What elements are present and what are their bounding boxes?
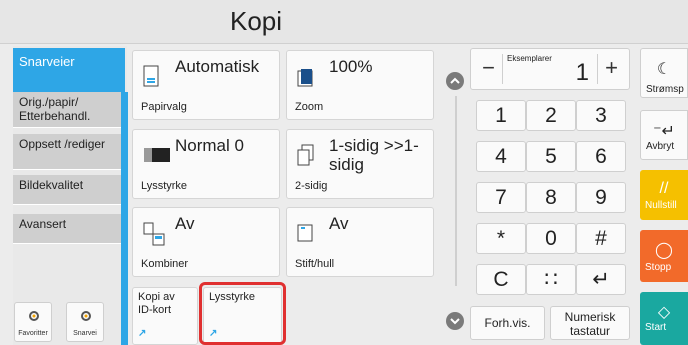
card-value: Normal 0 bbox=[175, 136, 244, 155]
key-1[interactable]: 1 bbox=[476, 100, 526, 131]
favoritter-label: Favoritter bbox=[18, 330, 48, 337]
reset-icon: // bbox=[659, 180, 669, 197]
density-icon bbox=[144, 148, 170, 162]
copies-value[interactable]: 1 bbox=[576, 59, 589, 87]
arrow-icon: ↗ bbox=[138, 328, 147, 339]
shortcut-label: Kopi av ID-kort bbox=[138, 291, 175, 316]
card-label: 2-sidig bbox=[295, 180, 328, 192]
key-2[interactable]: 2 bbox=[526, 100, 576, 131]
stopp-button[interactable]: ◯ Stopp bbox=[640, 230, 688, 282]
scroll-up-button[interactable] bbox=[446, 72, 464, 90]
interrupt-icon: ⁻↵ bbox=[653, 123, 675, 140]
card-value: 100% bbox=[329, 57, 373, 76]
card-stift-hull[interactable]: Av Stift/hull bbox=[286, 207, 434, 277]
paper-icon bbox=[143, 65, 159, 87]
nullstill-label: Nullstill bbox=[645, 200, 677, 211]
tab-bildekvalitet[interactable]: Bildekvalitet bbox=[13, 175, 121, 205]
key-9[interactable]: 9 bbox=[576, 182, 626, 213]
key-3[interactable]: 3 bbox=[576, 100, 626, 131]
key-6[interactable]: 6 bbox=[576, 141, 626, 172]
start-button[interactable]: ◇ Start bbox=[640, 292, 688, 345]
stromsparing-button[interactable]: ☾ Strømsp bbox=[640, 48, 688, 98]
key-0[interactable]: 0 bbox=[526, 223, 576, 254]
copies-control: − Eksemplarer 1 + bbox=[470, 48, 630, 90]
copies-label: Eksemplarer bbox=[507, 54, 552, 63]
moon-icon: ☾ bbox=[656, 61, 672, 78]
copies-plus-button[interactable]: + bbox=[597, 54, 625, 84]
tab-snarveier[interactable]: Snarveier bbox=[13, 48, 125, 92]
card-label: Papirvalg bbox=[141, 101, 187, 113]
card-label: Stift/hull bbox=[295, 258, 335, 270]
chevron-up-icon bbox=[450, 77, 460, 84]
key-7[interactable]: 7 bbox=[476, 182, 526, 213]
card-value: Av bbox=[329, 214, 349, 233]
title-bar: Kopi bbox=[0, 0, 688, 44]
card-value: Av bbox=[175, 214, 195, 233]
key-8[interactable]: 8 bbox=[526, 182, 576, 213]
stopp-label: Stopp bbox=[645, 262, 672, 273]
scroll-track bbox=[455, 96, 457, 286]
gear-icon bbox=[29, 311, 39, 321]
numeric-keypad: 1 2 3 4 5 6 7 8 9 * 0 # C ∷ ↵ bbox=[470, 92, 630, 305]
copies-minus-button[interactable]: − bbox=[475, 54, 503, 84]
avbryt-label: Avbryt bbox=[646, 141, 675, 152]
chevron-down-icon bbox=[450, 318, 460, 325]
card-papirvalg[interactable]: Automatisk Papirvalg bbox=[132, 50, 280, 120]
stromsparing-label: Strømsp bbox=[646, 84, 684, 95]
key-enter[interactable]: ↵ bbox=[576, 264, 626, 295]
card-zoom[interactable]: 100% Zoom bbox=[286, 50, 434, 120]
nullstill-button[interactable]: // Nullstill bbox=[640, 170, 688, 220]
stop-icon: ◯ bbox=[655, 242, 673, 259]
combine-icon bbox=[143, 222, 165, 246]
gear-icon bbox=[81, 311, 91, 321]
favoritter-button[interactable]: Favoritter bbox=[14, 302, 52, 342]
active-tab-indicator bbox=[121, 92, 128, 345]
card-label: Kombiner bbox=[141, 258, 189, 270]
key-grid[interactable]: ∷ bbox=[526, 264, 576, 295]
staple-icon bbox=[297, 224, 313, 242]
key-star[interactable]: * bbox=[476, 223, 526, 254]
numerisk-tastatur-button[interactable]: Numerisk tastatur bbox=[550, 306, 630, 340]
forhvis-button[interactable]: Forh.vis. bbox=[470, 306, 545, 340]
start-label: Start bbox=[645, 322, 667, 333]
card-lysstyrke[interactable]: Normal 0 Lysstyrke bbox=[132, 129, 280, 199]
card-2-sidig[interactable]: 1-sidig >>1-sidig 2-sidig bbox=[286, 129, 434, 199]
snarvei-label: Snarvei bbox=[73, 330, 97, 337]
key-hash[interactable]: # bbox=[576, 223, 626, 254]
tab-avansert[interactable]: Avansert bbox=[13, 214, 121, 244]
key-clear[interactable]: C bbox=[476, 264, 526, 295]
key-4[interactable]: 4 bbox=[476, 141, 526, 172]
tab-oppsett[interactable]: Oppsett /rediger bbox=[13, 134, 121, 170]
card-value: Automatisk bbox=[175, 57, 260, 76]
start-icon: ◇ bbox=[657, 304, 671, 321]
tab-orig-papir[interactable]: Orig./papir/ Etterbehandl. bbox=[13, 92, 121, 128]
card-kombiner[interactable]: Av Kombiner bbox=[132, 207, 280, 277]
snarvei-button[interactable]: Snarvei bbox=[66, 302, 104, 342]
card-label: Lysstyrke bbox=[141, 180, 188, 192]
key-5[interactable]: 5 bbox=[526, 141, 576, 172]
card-value: 1-sidig >>1-sidig bbox=[329, 136, 419, 174]
avbryt-button[interactable]: ⁻↵ Avbryt bbox=[640, 110, 688, 160]
card-label: Zoom bbox=[295, 101, 324, 113]
shortcut-kopi-id-kort[interactable]: Kopi av ID-kort ↗ bbox=[132, 287, 198, 345]
zoom-icon bbox=[297, 69, 313, 87]
page-title: Kopi bbox=[230, 6, 283, 36]
duplex-icon bbox=[297, 144, 314, 166]
scroll-down-button[interactable] bbox=[446, 312, 464, 330]
highlight-frame bbox=[199, 282, 286, 345]
